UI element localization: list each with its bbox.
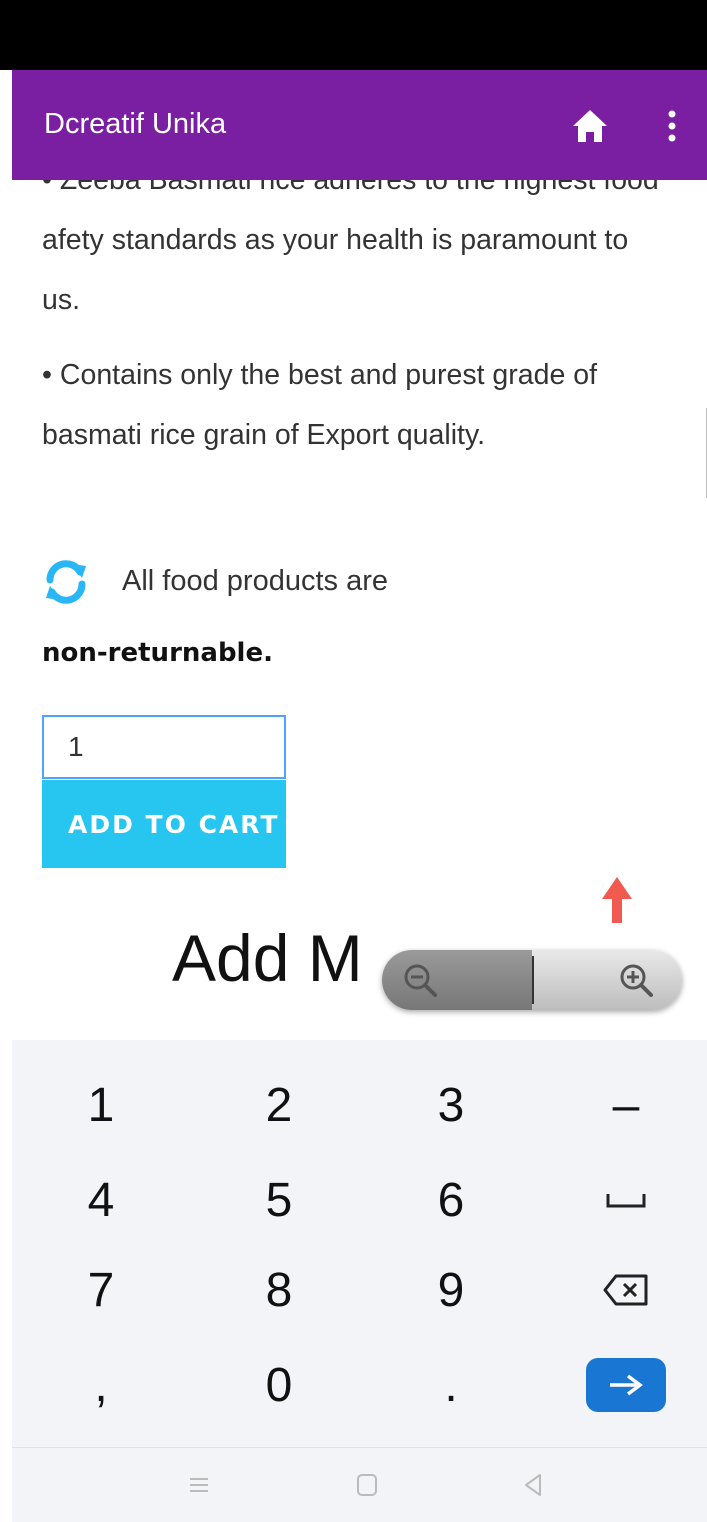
more-options-icon[interactable] [664,108,680,144]
key-4[interactable]: 4 [21,1155,181,1245]
quantity-input[interactable] [42,715,286,779]
scroll-to-top-icon[interactable] [600,875,634,925]
numeric-keyboard: 1 2 3 – 4 5 6 7 8 9 , 0 . [12,1040,707,1447]
key-0[interactable]: 0 [199,1340,359,1430]
feature-bullet-safety: • Zeeba Basmati rice adheres to the high… [42,180,659,316]
key-7[interactable]: 7 [21,1245,181,1335]
key-1[interactable]: 1 [21,1060,181,1150]
section-heading: Add M [172,921,363,995]
system-nav-bar [12,1447,707,1522]
backspace-icon [603,1274,648,1306]
key-space[interactable] [546,1155,706,1245]
key-9[interactable]: 9 [371,1245,531,1335]
enter-key-background [586,1358,666,1412]
zoom-in-icon[interactable] [618,962,654,998]
zoom-out-button[interactable] [382,950,532,1010]
return-policy-text: All food products are [122,565,388,597]
recent-apps-icon[interactable] [184,1470,214,1500]
back-icon[interactable] [518,1470,548,1500]
app-title: Dcreatif Unika [44,108,227,140]
key-3[interactable]: 3 [371,1060,531,1150]
return-policy-bold: non-returnable. [42,638,273,668]
key-5[interactable]: 5 [199,1155,359,1245]
key-minus[interactable]: – [546,1060,706,1150]
feature-bullet-quality: • Contains only the best and purest grad… [42,359,597,451]
status-bar [0,0,707,70]
key-period[interactable]: . [371,1340,531,1430]
zoom-divider [532,956,534,1004]
app-bar: Dcreatif Unika [12,70,707,180]
zoom-control[interactable] [382,950,682,1010]
home-icon[interactable] [570,106,610,146]
add-to-cart-button[interactable]: ADD TO CART [42,780,286,868]
zoom-out-icon [404,964,437,997]
key-6[interactable]: 6 [371,1155,531,1245]
arrow-right-icon [610,1374,643,1396]
refresh-icon [46,560,86,604]
key-enter[interactable] [546,1340,706,1430]
key-backspace[interactable] [546,1245,706,1335]
key-2[interactable]: 2 [199,1060,359,1150]
product-content: • Zeeba Basmati rice adheres to the high… [12,180,707,1040]
key-8[interactable]: 8 [199,1245,359,1335]
space-key-icon [606,1194,646,1208]
key-comma[interactable]: , [21,1340,181,1430]
home-nav-icon[interactable] [352,1470,382,1500]
